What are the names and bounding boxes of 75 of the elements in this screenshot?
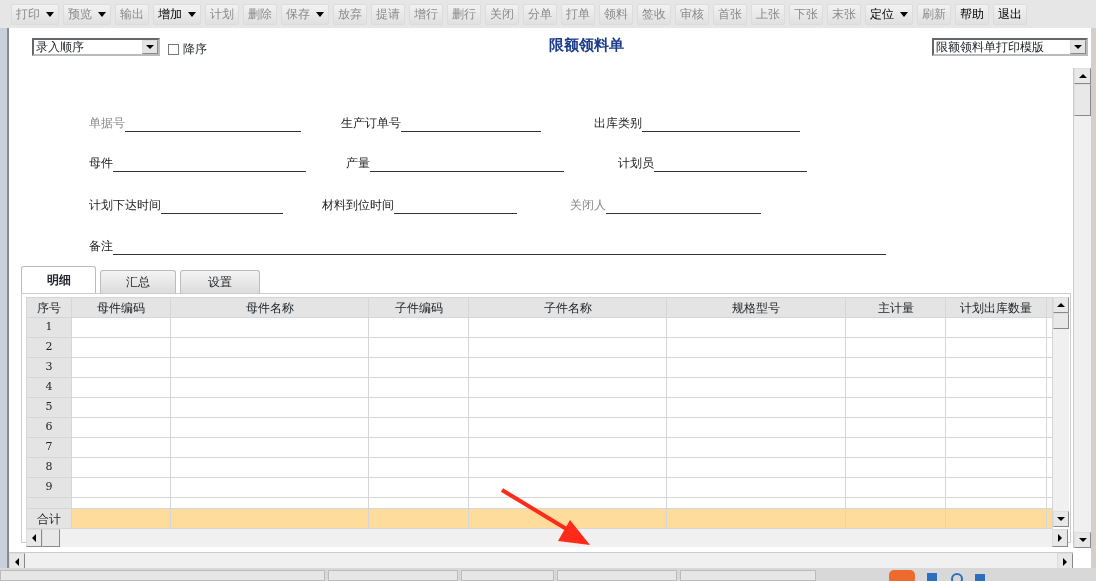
caret-icon bbox=[98, 12, 106, 17]
tab[interactable]: 明细 bbox=[21, 266, 96, 293]
column-header: 规格型号 bbox=[666, 297, 846, 318]
page-vertical-scrollbar[interactable] bbox=[1073, 68, 1091, 548]
field-label: 备注 bbox=[89, 238, 113, 255]
field-label: 计划下达时间 bbox=[89, 197, 161, 214]
template-select[interactable]: 限额领料单打印模版 bbox=[932, 38, 1088, 56]
row-number: 9 bbox=[26, 477, 72, 498]
toolbar-button[interactable]: 关闭 bbox=[485, 4, 519, 25]
app-icon bbox=[889, 570, 915, 581]
toolbar-button[interactable]: 保存 bbox=[281, 4, 329, 25]
total-label: 合计 bbox=[26, 508, 72, 529]
toolbar-button[interactable]: 输出 bbox=[115, 4, 149, 25]
caret-icon bbox=[188, 12, 196, 17]
page-horizontal-scrollbar[interactable] bbox=[9, 552, 1073, 568]
toolbar-button[interactable]: 末张 bbox=[827, 4, 861, 25]
column-header: 计划出库数量 bbox=[945, 297, 1047, 318]
tab[interactable]: 汇总 bbox=[100, 270, 176, 293]
row-number: 3 bbox=[26, 357, 72, 378]
toolbar-button[interactable]: 预览 bbox=[63, 4, 111, 25]
descending-checkbox[interactable] bbox=[168, 43, 179, 55]
column-header: 主计量 bbox=[845, 297, 946, 318]
toolbar-button[interactable]: 放弃 bbox=[333, 4, 367, 25]
toolbar-button[interactable]: 领料 bbox=[599, 4, 633, 25]
column-header: 子件名称 bbox=[468, 297, 667, 318]
field-label: 单据号 bbox=[89, 115, 125, 132]
toolbar-button[interactable]: 签收 bbox=[637, 4, 671, 25]
field-label: 母件 bbox=[89, 155, 113, 172]
caret-icon bbox=[1074, 45, 1082, 49]
toolbar-button[interactable]: 首张 bbox=[713, 4, 747, 25]
vertical-scrollbar[interactable] bbox=[1053, 297, 1069, 527]
row-number: 6 bbox=[26, 417, 72, 438]
toolbar-button[interactable]: 定位 bbox=[865, 4, 913, 25]
field-label: 生产订单号 bbox=[341, 115, 401, 132]
toolbar-button[interactable]: 审核 bbox=[675, 4, 709, 25]
row-number: 5 bbox=[26, 397, 72, 418]
toolbar-button[interactable]: 提请 bbox=[371, 4, 405, 25]
toolbar-button[interactable]: 上张 bbox=[751, 4, 785, 25]
caret-icon bbox=[146, 45, 154, 49]
column-header: 序号 bbox=[26, 297, 72, 318]
field-label: 关闭人 bbox=[570, 197, 606, 214]
row-number: 8 bbox=[26, 457, 72, 478]
toolbar-button[interactable]: 打单 bbox=[561, 4, 595, 25]
horizontal-scrollbar[interactable] bbox=[26, 529, 1068, 547]
toolbar-button[interactable]: 帮助 bbox=[955, 4, 989, 25]
column-header: 母件名称 bbox=[170, 297, 369, 318]
field-label: 材料到位时间 bbox=[322, 197, 394, 214]
field-label: 产量 bbox=[346, 155, 370, 172]
caret-icon bbox=[46, 12, 54, 17]
caret-icon bbox=[900, 12, 908, 17]
checkbox-label: 降序 bbox=[183, 41, 207, 58]
form-title: 限额领料单 bbox=[549, 35, 624, 56]
toolbar-button[interactable]: 退出 bbox=[993, 4, 1027, 25]
column-header: 母件编码 bbox=[71, 297, 171, 318]
row-number: 7 bbox=[26, 437, 72, 458]
toolbar-button[interactable]: 删行 bbox=[447, 4, 481, 25]
toolbar-button[interactable]: 增行 bbox=[409, 4, 443, 25]
toolbar-button[interactable]: 刷新 bbox=[917, 4, 951, 25]
caret-icon bbox=[316, 12, 324, 17]
column-header: 子件编码 bbox=[368, 297, 469, 318]
tab[interactable]: 设置 bbox=[180, 270, 260, 293]
toolbar-button[interactable]: 下张 bbox=[789, 4, 823, 25]
toolbar-button[interactable]: 打印 bbox=[11, 4, 59, 25]
toolbar-button[interactable]: 分单 bbox=[523, 4, 557, 25]
toolbar-button[interactable]: 增加 bbox=[153, 4, 201, 25]
field-label: 出库类别 bbox=[594, 115, 642, 132]
row-number: 4 bbox=[26, 377, 72, 398]
toolbar-button[interactable]: 删除 bbox=[243, 4, 277, 25]
field-label: 计划员 bbox=[618, 155, 654, 172]
sort-select[interactable]: 录入顺序 bbox=[32, 38, 160, 56]
tray-icon bbox=[926, 570, 938, 581]
tray-icon bbox=[951, 570, 963, 581]
row-number: 1 bbox=[26, 317, 72, 338]
row-number: 2 bbox=[26, 337, 72, 358]
toolbar-button[interactable]: 计划 bbox=[205, 4, 239, 25]
